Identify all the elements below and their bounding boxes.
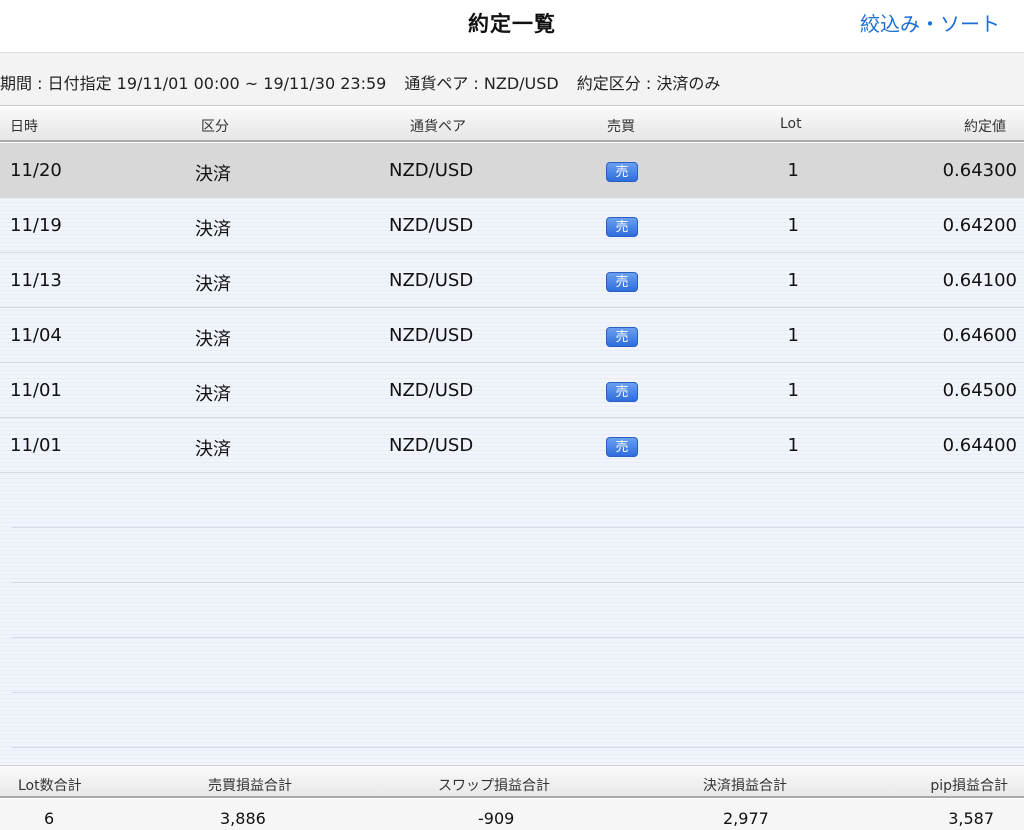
cell-pair: NZD/USD [389, 215, 474, 236]
cell-price: 0.64200 [942, 215, 1017, 236]
summary-label-swap-pl: スワップ損益合計 [438, 778, 550, 794]
cell-kind: 決済 [195, 219, 231, 240]
summary-header: Lot数合計 売買損益合計 スワップ損益合計 決済損益合計 pip損益合計 [0, 765, 1024, 798]
cell-kind: 決済 [195, 439, 231, 460]
cell-date: 11/20 [10, 160, 62, 181]
table-row[interactable]: 11/04 決済 NZD/USD 売 1 0.64600 [0, 308, 1024, 363]
cell-pair: NZD/USD [389, 380, 474, 401]
cell-kind: 決済 [195, 274, 231, 295]
navigation-bar: 約定一覧 絞込み・ソート [0, 0, 1024, 48]
cell-price: 0.64500 [942, 380, 1017, 401]
cell-kind: 決済 [195, 164, 231, 185]
column-header-pair: 通貨ペア [410, 119, 466, 135]
empty-row [12, 638, 1024, 693]
table-row[interactable]: 11/20 決済 NZD/USD 売 1 0.64300 [0, 143, 1024, 198]
sell-badge: 売 [606, 382, 638, 402]
cell-date: 11/13 [10, 270, 62, 291]
summary-label-lot: Lot数合計 [18, 778, 82, 794]
sell-badge: 売 [606, 272, 638, 292]
column-header-kind: 区分 [201, 119, 229, 135]
sell-badge: 売 [606, 437, 638, 457]
cell-date: 11/04 [10, 325, 62, 346]
summary-value-swap-pl: -909 [478, 809, 515, 828]
summary-values: 6 3,886 -909 2,977 3,587 [0, 799, 1024, 830]
summary-label-trade-pl: 売買損益合計 [208, 778, 292, 794]
table-header: 日時 区分 通貨ペア 売買 Lot 約定値 [0, 107, 1024, 142]
table-row[interactable]: 11/19 決済 NZD/USD 売 1 0.64200 [0, 198, 1024, 253]
table-row[interactable]: 11/01 決済 NZD/USD 売 1 0.64500 [0, 363, 1024, 418]
filter-summary-text: 期間 : 日付指定 19/11/01 00:00 ~ 19/11/30 23:5… [0, 70, 738, 94]
filter-pair: 通貨ペア : NZD/USD [404, 74, 559, 93]
cell-kind: 決済 [195, 384, 231, 405]
cell-pair: NZD/USD [389, 325, 474, 346]
cell-price: 0.64100 [942, 270, 1017, 291]
cell-date: 11/19 [10, 215, 62, 236]
cell-lot: 1 [787, 215, 799, 236]
summary-label-pip-pl: pip損益合計 [930, 778, 1008, 794]
cell-kind: 決済 [195, 329, 231, 350]
empty-row [12, 528, 1024, 583]
summary-value-trade-pl: 3,886 [220, 809, 266, 828]
summary-label-settle-pl: 決済損益合計 [703, 778, 787, 794]
cell-date: 11/01 [10, 435, 62, 456]
summary-value-settle-pl: 2,977 [723, 809, 769, 828]
column-header-price: 約定値 [964, 119, 1006, 135]
cell-price: 0.64600 [942, 325, 1017, 346]
cell-pair: NZD/USD [389, 435, 474, 456]
empty-row [12, 583, 1024, 638]
column-header-date: 日時 [10, 119, 38, 135]
sell-badge: 売 [606, 162, 638, 182]
filter-summary-bar: 期間 : 日付指定 19/11/01 00:00 ~ 19/11/30 23:5… [0, 52, 1024, 106]
filter-period: 期間 : 日付指定 19/11/01 00:00 ~ 19/11/30 23:5… [0, 74, 387, 93]
cell-lot: 1 [787, 435, 799, 456]
empty-row [12, 693, 1024, 748]
cell-lot: 1 [787, 160, 799, 181]
table-body: 11/20 決済 NZD/USD 売 1 0.64300 11/19 決済 NZ… [0, 143, 1024, 765]
column-header-side: 売買 [607, 119, 635, 135]
sell-badge: 売 [606, 217, 638, 237]
cell-price: 0.64400 [942, 435, 1017, 456]
cell-lot: 1 [787, 380, 799, 401]
table-row[interactable]: 11/13 決済 NZD/USD 売 1 0.64100 [0, 253, 1024, 308]
sell-badge: 売 [606, 327, 638, 347]
column-header-lot: Lot [780, 116, 802, 132]
cell-lot: 1 [787, 270, 799, 291]
filter-kind: 約定区分 : 決済のみ [576, 74, 721, 93]
cell-pair: NZD/USD [389, 160, 474, 181]
cell-lot: 1 [787, 325, 799, 346]
cell-date: 11/01 [10, 380, 62, 401]
empty-row [12, 473, 1024, 528]
summary-value-pip-pl: 3,587 [948, 809, 994, 828]
table-row[interactable]: 11/01 決済 NZD/USD 売 1 0.64400 [0, 418, 1024, 473]
summary-value-lot: 6 [44, 809, 55, 828]
filter-sort-button[interactable]: 絞込み・ソート [860, 8, 1000, 37]
cell-price: 0.64300 [942, 160, 1017, 181]
cell-pair: NZD/USD [389, 270, 474, 291]
